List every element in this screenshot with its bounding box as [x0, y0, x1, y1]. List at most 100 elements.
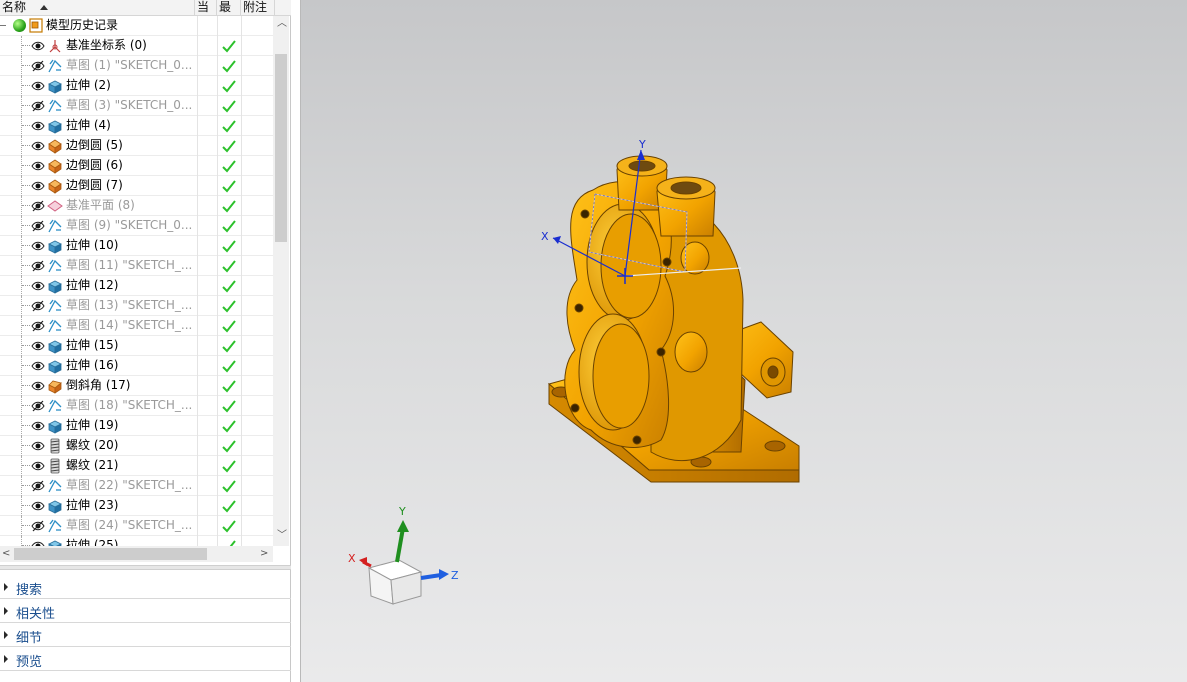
check-icon	[221, 478, 237, 494]
tree-row-feature[interactable]: 草图 (22) "SKETCH_...	[0, 476, 275, 496]
extrude-icon	[47, 278, 63, 294]
eye-hidden-icon[interactable]	[31, 200, 45, 212]
section-dependencies-label: 相关性	[16, 607, 56, 622]
part-gearbox-housing[interactable]	[547, 155, 800, 483]
eye-hidden-icon[interactable]	[31, 100, 45, 112]
check-icon	[221, 438, 237, 454]
check-icon	[221, 458, 237, 474]
eye-visible-icon[interactable]	[31, 420, 45, 432]
tree-row-feature[interactable]: 拉伸 (15)	[0, 336, 275, 356]
feature-label: 拉伸 (19)	[66, 418, 119, 432]
column-header-latest[interactable]: 最	[217, 0, 241, 16]
tree-row-feature[interactable]: 拉伸 (25)	[0, 536, 275, 546]
graphics-viewport[interactable]: Y X Y Z X	[300, 0, 1187, 682]
sketch-icon	[47, 478, 63, 494]
tree-row-feature[interactable]: 拉伸 (16)	[0, 356, 275, 376]
column-header-name[interactable]: 名称	[0, 0, 195, 16]
scroll-left-icon[interactable]: <	[2, 548, 10, 560]
feature-label: 拉伸 (4)	[66, 118, 111, 132]
eye-visible-icon[interactable]	[31, 240, 45, 252]
column-header-current[interactable]: 当	[195, 0, 217, 16]
tree-row-feature[interactable]: 拉伸 (2)	[0, 76, 275, 96]
collapse-icon[interactable]	[0, 25, 6, 26]
scroll-down-icon[interactable]: ﹀	[277, 530, 287, 542]
section-details[interactable]: 细节	[0, 623, 291, 647]
navigator-vertical-scrollbar[interactable]: ︿ ﹀	[273, 16, 289, 546]
tree-row-feature[interactable]: 草图 (13) "SKETCH_...	[0, 296, 275, 316]
eye-visible-icon[interactable]	[31, 440, 45, 452]
horizontal-scroll-thumb[interactable]	[14, 548, 207, 560]
tree-row-model-history[interactable]: 模型历史记录	[0, 16, 275, 36]
check-icon	[221, 338, 237, 354]
tree-row-feature[interactable]: 拉伸 (10)	[0, 236, 275, 256]
model-graphics[interactable]: Y X Y Z X	[301, 0, 1187, 682]
tree-row-feature[interactable]: 草图 (9) "SKETCH_0...	[0, 216, 275, 236]
check-icon	[221, 158, 237, 174]
tree-row-feature[interactable]: 拉伸 (12)	[0, 276, 275, 296]
tree-row-feature[interactable]: 草图 (18) "SKETCH_...	[0, 396, 275, 416]
root-label: 模型历史记录	[46, 18, 119, 32]
column-header-note[interactable]: 附注	[241, 0, 275, 16]
tree-row-feature[interactable]: 拉伸 (19)	[0, 416, 275, 436]
eye-visible-icon[interactable]	[31, 140, 45, 152]
section-preview[interactable]: 预览	[0, 647, 291, 671]
view-triad[interactable]: Y Z X	[348, 505, 459, 605]
eye-visible-icon[interactable]	[31, 360, 45, 372]
eye-visible-icon[interactable]	[31, 280, 45, 292]
check-icon	[221, 498, 237, 514]
scroll-up-icon[interactable]: ︿	[277, 18, 287, 30]
eye-hidden-icon[interactable]	[31, 520, 45, 532]
section-search[interactable]: 搜索	[0, 575, 291, 599]
expand-triangle-icon	[4, 583, 8, 591]
feature-label: 草图 (13) "SKETCH_...	[66, 298, 193, 312]
panel-splitter[interactable]	[0, 565, 291, 570]
check-icon	[221, 178, 237, 194]
eye-hidden-icon[interactable]	[31, 60, 45, 72]
check-icon	[221, 78, 237, 94]
feature-label: 基准平面 (8)	[66, 198, 135, 212]
tree-row-feature[interactable]: 草图 (14) "SKETCH_...	[0, 316, 275, 336]
tree-row-feature[interactable]: 基准坐标系 (0)	[0, 36, 275, 56]
section-dependencies[interactable]: 相关性	[0, 599, 291, 623]
eye-hidden-icon[interactable]	[31, 260, 45, 272]
eye-visible-icon[interactable]	[31, 500, 45, 512]
tree-row-feature[interactable]: 草图 (24) "SKETCH_...	[0, 516, 275, 536]
eye-visible-icon[interactable]	[31, 160, 45, 172]
feature-label: 边倒圆 (6)	[66, 158, 123, 172]
datum-csys-icon	[47, 38, 63, 54]
feature-label: 基准坐标系 (0)	[66, 38, 147, 52]
feature-label: 草图 (18) "SKETCH_...	[66, 398, 193, 412]
eye-hidden-icon[interactable]	[31, 300, 45, 312]
tree-row-feature[interactable]: 拉伸 (4)	[0, 116, 275, 136]
eye-hidden-icon[interactable]	[31, 480, 45, 492]
eye-visible-icon[interactable]	[31, 80, 45, 92]
eye-visible-icon[interactable]	[31, 380, 45, 392]
eye-visible-icon[interactable]	[31, 180, 45, 192]
tree-row-feature[interactable]: 草图 (1) "SKETCH_0...	[0, 56, 275, 76]
tree-row-feature[interactable]: 螺纹 (21)	[0, 456, 275, 476]
eye-visible-icon[interactable]	[31, 460, 45, 472]
feature-label: 拉伸 (16)	[66, 358, 119, 372]
expand-triangle-icon	[4, 607, 8, 615]
eye-hidden-icon[interactable]	[31, 220, 45, 232]
tree-row-feature[interactable]: 螺纹 (20)	[0, 436, 275, 456]
tree-row-feature[interactable]: 草图 (3) "SKETCH_0...	[0, 96, 275, 116]
tree-row-feature[interactable]: 草图 (11) "SKETCH_...	[0, 256, 275, 276]
tree-row-feature[interactable]: 边倒圆 (5)	[0, 136, 275, 156]
eye-visible-icon[interactable]	[31, 120, 45, 132]
sketch-icon	[47, 398, 63, 414]
eye-hidden-icon[interactable]	[31, 320, 45, 332]
eye-visible-icon[interactable]	[31, 40, 45, 52]
vertical-scroll-thumb[interactable]	[275, 54, 287, 242]
status-ball-icon	[13, 19, 26, 32]
eye-visible-icon[interactable]	[31, 340, 45, 352]
eye-hidden-icon[interactable]	[31, 400, 45, 412]
tree-row-feature[interactable]: 边倒圆 (7)	[0, 176, 275, 196]
tree-row-feature[interactable]: 拉伸 (23)	[0, 496, 275, 516]
tree-row-feature[interactable]: 倒斜角 (17)	[0, 376, 275, 396]
tree-row-feature[interactable]: 边倒圆 (6)	[0, 156, 275, 176]
navigator-horizontal-scrollbar[interactable]: < >	[0, 546, 273, 562]
scroll-right-icon[interactable]: >	[260, 548, 268, 560]
section-details-label: 细节	[16, 631, 43, 646]
tree-row-feature[interactable]: 基准平面 (8)	[0, 196, 275, 216]
